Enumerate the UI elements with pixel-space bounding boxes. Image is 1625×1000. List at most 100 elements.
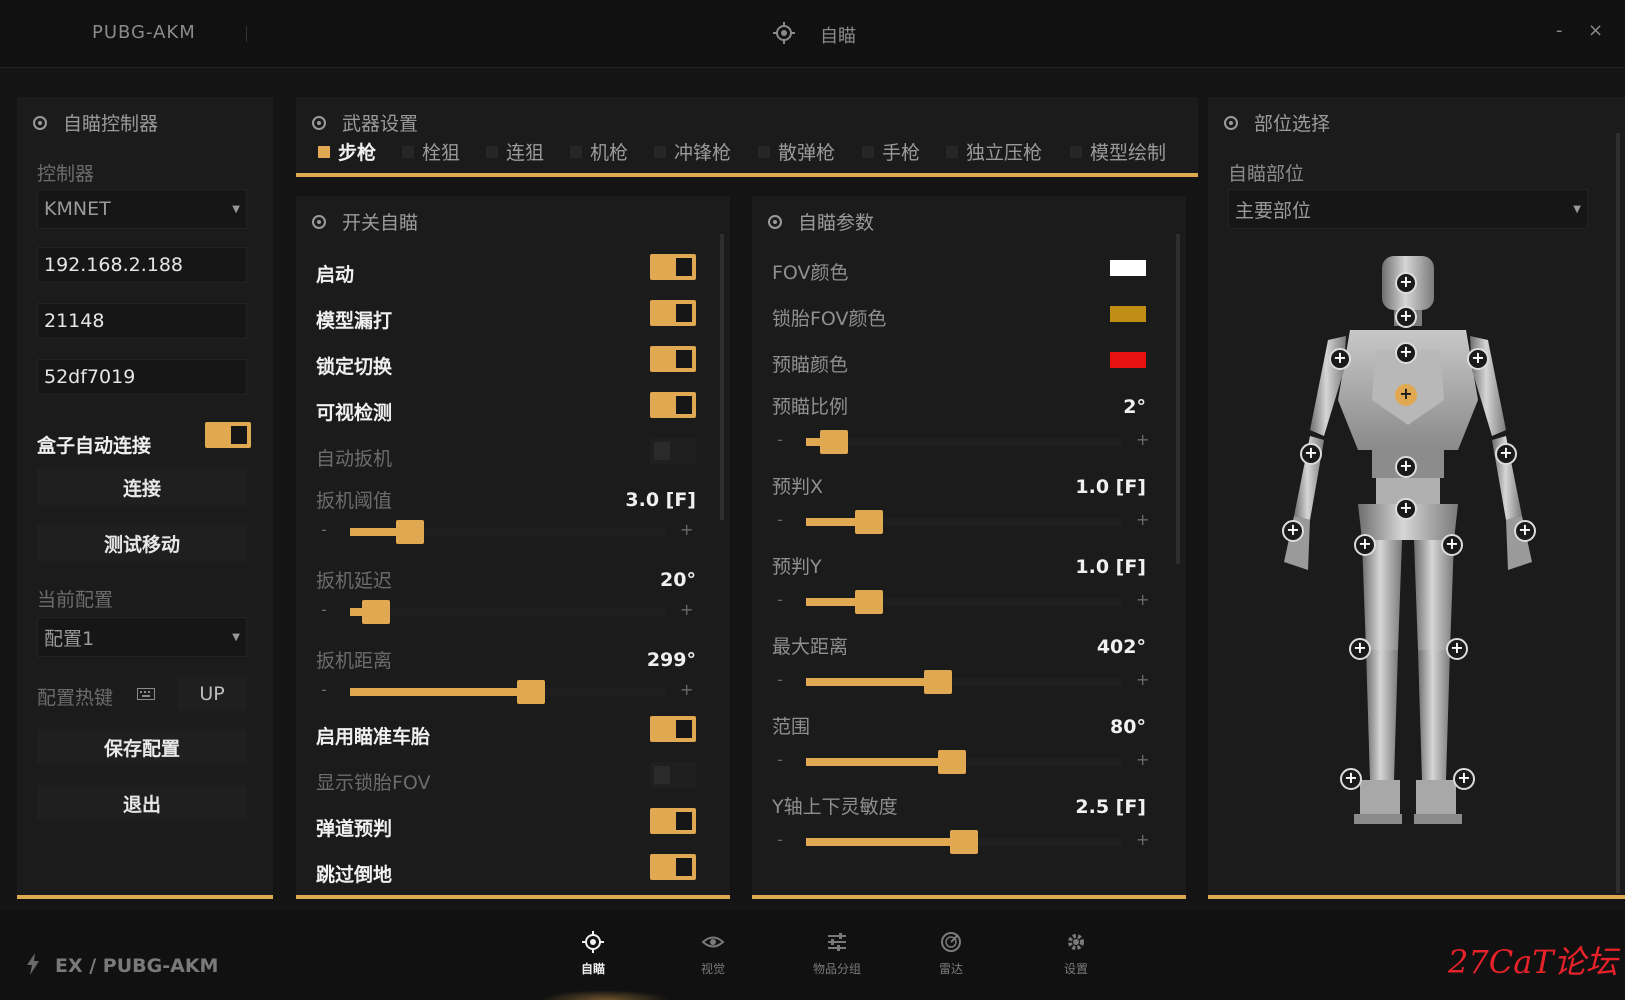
slider-track[interactable] (350, 600, 666, 624)
hitpoint-left-hand[interactable]: + (1282, 520, 1304, 542)
increment-button[interactable]: + (1136, 830, 1149, 849)
hitpoint-right-knee[interactable]: + (1446, 638, 1468, 660)
visibility-check-toggle[interactable] (650, 392, 696, 418)
aim-part-select[interactable]: 主要部位 ▼ (1228, 189, 1588, 229)
increment-button[interactable]: + (680, 680, 693, 699)
controller-select[interactable]: KMNET ▼ (37, 189, 247, 229)
show-tire-fov-toggle[interactable] (650, 762, 696, 788)
port-field[interactable]: 21148 (37, 303, 247, 339)
increment-button[interactable]: + (680, 520, 693, 539)
hitpoint-stomach[interactable]: + (1395, 456, 1417, 478)
nav-visual[interactable]: 视觉 (673, 930, 753, 977)
decrement-button[interactable]: - (321, 600, 327, 619)
close-button[interactable]: × (1588, 20, 1603, 41)
predict-y-slider[interactable]: - + (772, 588, 1152, 616)
slider-track[interactable] (806, 830, 1122, 854)
exit-button[interactable]: 退出 (37, 785, 247, 821)
tire-fov-color-swatch[interactable] (1110, 306, 1146, 322)
slider-thumb[interactable] (938, 750, 966, 774)
hotkey-value[interactable]: UP (177, 677, 247, 711)
decrement-button[interactable]: - (777, 430, 783, 449)
tab-shotgun[interactable]: 散弹枪 (758, 138, 835, 165)
hitpoint-right-elbow[interactable]: + (1495, 443, 1517, 465)
slider-thumb[interactable] (362, 600, 390, 624)
test-move-button[interactable]: 测试移动 (37, 525, 247, 561)
tab-dmr[interactable]: 连狙 (486, 138, 544, 165)
decrement-button[interactable]: - (777, 590, 783, 609)
fov-color-swatch[interactable] (1110, 260, 1146, 276)
tab-lmg[interactable]: 机枪 (570, 138, 628, 165)
increment-button[interactable]: + (1136, 430, 1149, 449)
hitpoint-right-hip[interactable]: + (1441, 534, 1463, 556)
aim-tires-toggle[interactable] (650, 716, 696, 742)
tab-rifle[interactable]: 步枪 (318, 138, 376, 165)
params-scrollbar[interactable] (1176, 234, 1180, 564)
y-sensitivity-slider[interactable]: - + (772, 828, 1152, 856)
nav-radar[interactable]: 雷达 (911, 930, 991, 977)
connect-button[interactable]: 连接 (37, 469, 247, 505)
ip-field[interactable]: 192.168.2.188 (37, 247, 247, 283)
max-distance-slider[interactable]: - + (772, 668, 1152, 696)
increment-button[interactable]: + (1136, 750, 1149, 769)
slider-thumb[interactable] (855, 590, 883, 614)
keyboard-icon-button[interactable] (125, 677, 167, 711)
hitpoint-left-hip[interactable]: + (1354, 534, 1376, 556)
slider-thumb[interactable] (517, 680, 545, 704)
slider-track[interactable] (806, 590, 1122, 614)
increment-button[interactable]: + (1136, 670, 1149, 689)
uuid-field[interactable]: 52df7019 (37, 359, 247, 395)
slider-track[interactable] (806, 670, 1122, 694)
nav-settings[interactable]: 设置 (1036, 930, 1116, 977)
minimize-button[interactable]: - (1556, 20, 1563, 41)
hitpoint-right-hand[interactable]: + (1514, 520, 1536, 542)
auto-connect-toggle[interactable] (205, 422, 251, 448)
ballistic-prediction-toggle[interactable] (650, 808, 696, 834)
trigger-delay-slider[interactable]: - + (316, 598, 696, 626)
decrement-button[interactable]: - (321, 680, 327, 699)
tab-model-draw[interactable]: 模型绘制 (1070, 138, 1166, 165)
config-select[interactable]: 配置1 ▼ (37, 617, 247, 657)
predict-x-slider[interactable]: - + (772, 508, 1152, 536)
auto-trigger-toggle[interactable] (650, 438, 696, 464)
nav-aim[interactable]: 自瞄 (553, 930, 633, 977)
hitpoint-left-knee[interactable]: + (1349, 638, 1371, 660)
tab-pistol[interactable]: 手枪 (862, 138, 920, 165)
slider-thumb[interactable] (396, 520, 424, 544)
trigger-threshold-slider[interactable]: - + (316, 518, 696, 546)
lock-switch-toggle[interactable] (650, 346, 696, 372)
model-penetration-toggle[interactable] (650, 300, 696, 326)
hitpoint-left-foot[interactable]: + (1340, 768, 1362, 790)
decrement-button[interactable]: - (777, 830, 783, 849)
decrement-button[interactable]: - (321, 520, 327, 539)
part-scrollbar[interactable] (1616, 133, 1620, 893)
increment-button[interactable]: + (1136, 590, 1149, 609)
enable-toggle[interactable] (650, 254, 696, 280)
tab-recoil[interactable]: 独立压枪 (946, 138, 1042, 165)
tab-bolt-sniper[interactable]: 栓狙 (402, 138, 460, 165)
increment-button[interactable]: + (1136, 510, 1149, 529)
slider-track[interactable] (350, 520, 666, 544)
range-slider[interactable]: - + (772, 748, 1152, 776)
decrement-button[interactable]: - (777, 750, 783, 769)
slider-track[interactable] (806, 430, 1122, 454)
hitpoint-right-foot[interactable]: + (1453, 768, 1475, 790)
slider-track[interactable] (806, 750, 1122, 774)
hitpoint-head-top[interactable]: + (1395, 272, 1417, 294)
slider-track[interactable] (350, 680, 666, 704)
slider-track[interactable] (806, 510, 1122, 534)
hitpoint-left-elbow[interactable]: + (1300, 443, 1322, 465)
decrement-button[interactable]: - (777, 510, 783, 529)
switch-scrollbar[interactable] (720, 234, 724, 520)
slider-thumb[interactable] (855, 510, 883, 534)
increment-button[interactable]: + (680, 600, 693, 619)
slider-thumb[interactable] (950, 830, 978, 854)
hitpoint-left-shoulder[interactable]: + (1329, 348, 1351, 370)
hitpoint-neck[interactable]: + (1395, 342, 1417, 364)
decrement-button[interactable]: - (777, 670, 783, 689)
pre-aim-ratio-slider[interactable]: - + (772, 428, 1152, 456)
pre-aim-color-swatch[interactable] (1110, 352, 1146, 368)
slider-thumb[interactable] (924, 670, 952, 694)
trigger-distance-slider[interactable]: - + (316, 678, 696, 706)
tab-smg[interactable]: 冲锋枪 (654, 138, 731, 165)
hitpoint-head[interactable]: + (1395, 306, 1417, 328)
